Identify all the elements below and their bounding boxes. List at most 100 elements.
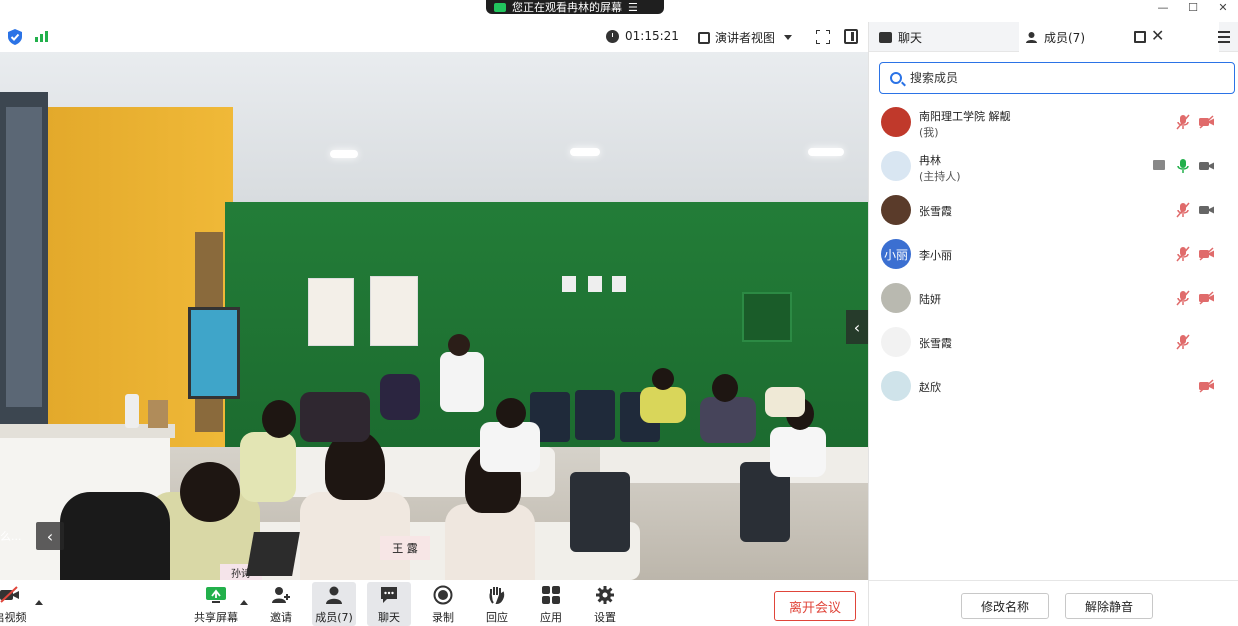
share-indicator-icon [494, 2, 506, 12]
share-screen-label: 共享屏幕 [194, 611, 238, 624]
settings-button[interactable]: 设置 [583, 584, 627, 625]
camera-icon[interactable] [1199, 159, 1215, 173]
member-name: 张雪霞 [919, 205, 952, 218]
chevron-down-icon [784, 35, 793, 40]
members-panel: 聊天 成员(7) ✕ 南阳理工学院 解靓(我)冉林(主持人)张雪霞小丽李小丽陆妍… [868, 22, 1238, 626]
avatar [881, 151, 911, 181]
timer-text: 01:15:21 [625, 29, 679, 43]
microphone-muted-icon[interactable] [1175, 290, 1191, 306]
collapse-thumbnail-button[interactable]: ‹ [36, 522, 64, 550]
panel-footer: 修改名称 解除静音 [869, 580, 1238, 626]
microphone-muted-icon[interactable] [1175, 202, 1191, 218]
microphone-muted-icon[interactable] [1175, 334, 1191, 350]
member-row[interactable]: 南阳理工学院 解靓 (我) [869, 100, 1238, 144]
member-row[interactable]: 赵欣 [869, 364, 1238, 408]
apps-button[interactable]: 应用 [529, 584, 573, 625]
member-name: 冉林 [919, 154, 941, 167]
member-name: 赵欣 [919, 381, 941, 394]
member-search[interactable] [879, 62, 1235, 94]
meeting-toolbar: 启视频 共享屏幕 邀请 成员(7) 聊天 录制 回应 [0, 580, 868, 626]
leave-meeting-button[interactable]: 离开会议 [774, 591, 856, 621]
shared-screen-video: 王 露 孙诗 么... ‹ ‹ [0, 52, 868, 580]
meeting-info-bar: 01:15:21 演讲者视图 [0, 22, 868, 52]
members-label: 成员(7) [315, 611, 353, 624]
camera-icon[interactable] [1199, 203, 1215, 217]
thumbnail-label: 么... [0, 530, 22, 543]
invite-label: 邀请 [270, 611, 292, 624]
video-off-icon [0, 584, 21, 606]
record-button[interactable]: 录制 [421, 584, 465, 625]
video-options-chevron-icon[interactable] [35, 600, 43, 605]
raise-hand-icon [486, 584, 508, 606]
share-options-chevron-icon[interactable] [240, 600, 248, 605]
chat-button[interactable]: 聊天 [367, 582, 411, 626]
avatar [881, 371, 911, 401]
meeting-timer: 01:15:21 [606, 29, 679, 43]
close-icon[interactable]: ✕ [1151, 26, 1164, 45]
tab-chat-label: 聊天 [898, 30, 923, 45]
member-row[interactable]: 陆妍 [869, 276, 1238, 320]
invite-button[interactable]: 邀请 [259, 584, 303, 625]
avatar [881, 283, 911, 313]
name-card: 王 露 [380, 536, 430, 560]
clock-icon [606, 29, 619, 43]
share-screen-icon [205, 584, 227, 606]
record-icon [432, 584, 454, 606]
security-shield-icon[interactable] [8, 29, 22, 45]
member-row[interactable]: 张雪霞 [869, 320, 1238, 364]
members-button[interactable]: 成员(7) [312, 582, 356, 626]
chat-icon [378, 584, 400, 606]
apps-label: 应用 [540, 611, 562, 624]
member-role: (主持人) [919, 170, 961, 183]
maximize-button[interactable]: ☐ [1178, 0, 1208, 14]
camera-off-icon[interactable] [1199, 291, 1215, 305]
rename-button[interactable]: 修改名称 [961, 593, 1049, 619]
camera-off-icon[interactable] [1199, 379, 1215, 393]
reactions-label: 回应 [486, 611, 508, 624]
avatar [881, 107, 911, 137]
reactions-button[interactable]: 回应 [475, 584, 519, 625]
member-row[interactable]: 冉林 (主持人) [869, 144, 1238, 188]
minimize-button[interactable]: — [1148, 0, 1178, 14]
network-signal-icon[interactable] [35, 31, 48, 42]
tab-chat[interactable]: 聊天 [873, 22, 1019, 52]
member-role: (我) [919, 126, 939, 139]
screen-share-icon [1153, 160, 1165, 170]
avatar [881, 327, 911, 357]
search-input[interactable] [910, 71, 1210, 85]
view-mode-dropdown[interactable]: 演讲者视图 [698, 29, 793, 46]
members-icon [323, 584, 345, 606]
microphone-icon[interactable] [1175, 158, 1191, 174]
chat-label: 聊天 [378, 611, 400, 624]
menu-icon[interactable] [1218, 31, 1230, 43]
add-user-icon [270, 584, 292, 606]
members-icon [1026, 31, 1037, 43]
screen-share-banner[interactable]: 您正在观看冉林的屏幕 ☰ [486, 0, 664, 14]
toggle-sidebar-icon[interactable] [844, 29, 858, 44]
tab-members-label: 成员(7) [1044, 30, 1085, 45]
window-titlebar: 您正在观看冉林的屏幕 ☰ [0, 0, 868, 22]
start-video-button[interactable]: 启视频 [0, 584, 32, 625]
popout-icon[interactable] [1134, 31, 1146, 43]
member-row[interactable]: 小丽 李小丽 [869, 232, 1238, 276]
member-row[interactable]: 张雪霞 [869, 188, 1238, 232]
fullscreen-icon[interactable] [816, 30, 830, 44]
record-label: 录制 [432, 611, 454, 624]
member-list: 南阳理工学院 解靓 (我) 冉林 (主持人) 张雪霞 小丽 李小丽 陆妍 张雪霞 赵欣 [869, 100, 1238, 408]
settings-label: 设置 [594, 611, 616, 624]
banner-menu-icon[interactable]: ☰ [628, 1, 638, 14]
tab-members[interactable]: 成员(7) [1019, 22, 1219, 52]
member-name: 张雪霞 [919, 337, 952, 350]
window-controls: — ☐ ✕ [1148, 0, 1238, 14]
microphone-muted-icon[interactable] [1175, 114, 1191, 130]
expand-panel-button[interactable]: ‹ [846, 310, 868, 344]
camera-off-icon[interactable] [1199, 247, 1215, 261]
unmute-button[interactable]: 解除静音 [1065, 593, 1153, 619]
avatar: 小丽 [881, 239, 911, 269]
microphone-muted-icon[interactable] [1175, 246, 1191, 262]
camera-off-icon[interactable] [1199, 115, 1215, 129]
search-icon [890, 72, 902, 84]
share-screen-button[interactable]: 共享屏幕 [194, 584, 238, 625]
gear-icon [594, 584, 616, 606]
close-window-button[interactable]: ✕ [1208, 0, 1238, 14]
